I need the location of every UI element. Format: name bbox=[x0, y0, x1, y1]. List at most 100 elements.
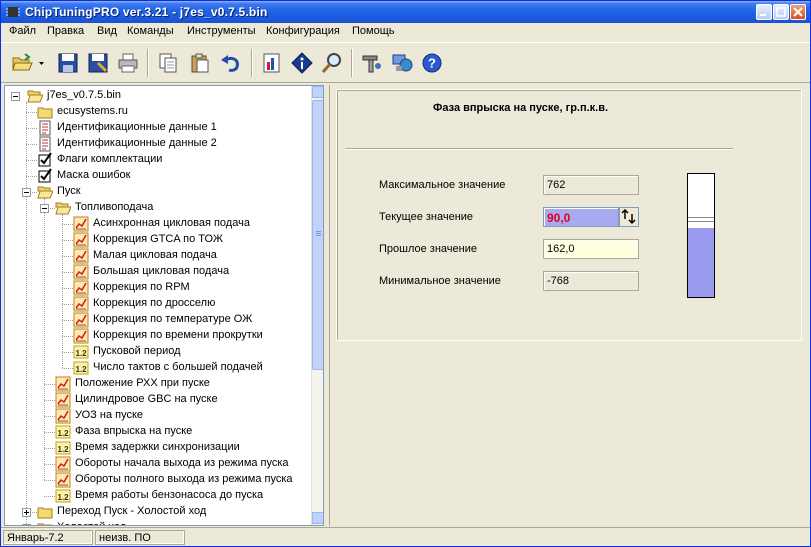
tree-item-label: Флаги комплектации bbox=[57, 153, 163, 165]
tree-item-label: Цилиндровое GBC на пуске bbox=[75, 393, 218, 405]
paste-icon bbox=[191, 53, 209, 73]
menu-help[interactable]: Помощь bbox=[352, 25, 395, 37]
gauge-fill bbox=[688, 228, 714, 297]
info-button[interactable] bbox=[289, 50, 315, 76]
graph-icon bbox=[55, 376, 71, 392]
maximize-button[interactable] bbox=[773, 4, 789, 20]
graph-icon bbox=[73, 312, 89, 328]
svg-text:1.2: 1.2 bbox=[75, 349, 87, 358]
open-folder-icon bbox=[12, 53, 33, 71]
tree-item-label: Фаза впрыска на пуске bbox=[75, 425, 193, 437]
print-icon bbox=[118, 53, 138, 73]
parameter-box: Фаза впрыска на пуске, гр.п.к.в. Максима… bbox=[336, 89, 802, 341]
tree-guide-line bbox=[62, 336, 73, 337]
tree-item-label: Большая цикловая подача bbox=[93, 265, 230, 277]
save-as-button[interactable] bbox=[85, 50, 111, 76]
menu-bar: Файл Правка Вид Команды Инструменты Конф… bbox=[1, 23, 810, 41]
parameter-tree[interactable]: j7es_v0.7.5.bin ecusystems.ru Идентификаци… bbox=[4, 85, 324, 526]
gauge-mark bbox=[688, 221, 714, 222]
tree-guide-line bbox=[62, 214, 63, 368]
tree-item-label: Число тактов с большей подачей bbox=[93, 361, 263, 373]
current-value-input[interactable]: 90,0 bbox=[543, 207, 619, 227]
tree-guide-line bbox=[26, 112, 37, 113]
toolbar-separator bbox=[351, 49, 353, 77]
tree-expand-toggle[interactable] bbox=[22, 524, 31, 525]
tree-guide-line bbox=[62, 320, 73, 321]
gauge-mark bbox=[688, 217, 714, 218]
minimize-button[interactable] bbox=[756, 4, 772, 20]
tree-expand-toggle[interactable] bbox=[40, 204, 49, 213]
past-value-label: Прошлое значение bbox=[379, 243, 477, 255]
tree-guide-line bbox=[26, 128, 37, 129]
menu-commands[interactable]: Команды bbox=[127, 25, 174, 37]
scroll-up-arrow[interactable] bbox=[312, 86, 323, 98]
tree-expand-toggle[interactable] bbox=[22, 508, 31, 517]
close-button[interactable] bbox=[790, 4, 806, 20]
tools-button[interactable] bbox=[359, 50, 385, 76]
menu-view[interactable]: Вид bbox=[97, 25, 117, 37]
svg-text:1.2: 1.2 bbox=[57, 493, 69, 502]
tree-item-label: Обороты полного выхода из режима пуска bbox=[75, 473, 293, 485]
save-button[interactable] bbox=[55, 50, 81, 76]
tree-item-label: Идентификационные данные 2 bbox=[57, 137, 217, 149]
tree-item-label: Время задержки синхронизации bbox=[75, 441, 240, 453]
app-window: ChipTuningPRO ver.3.21 - j7es_v0.7.5.bin… bbox=[0, 0, 811, 547]
open-dropdown-button[interactable] bbox=[36, 50, 48, 76]
print-button[interactable] bbox=[115, 50, 141, 76]
maximize-icon bbox=[776, 7, 786, 17]
help-button[interactable]: ? bbox=[419, 50, 445, 76]
tree-collapse-toggle[interactable] bbox=[11, 92, 20, 101]
graph-icon bbox=[73, 264, 89, 280]
chart-button[interactable] bbox=[259, 50, 285, 76]
number-icon: 1.2 bbox=[73, 344, 89, 360]
folder-icon bbox=[37, 504, 53, 520]
parameter-title: Фаза впрыска на пуске, гр.п.к.в. bbox=[433, 102, 609, 114]
scroll-thumb[interactable] bbox=[312, 100, 323, 370]
search-button[interactable] bbox=[319, 50, 345, 76]
document-icon bbox=[37, 136, 53, 152]
menu-edit[interactable]: Правка bbox=[47, 25, 84, 37]
tree-root-label: j7es_v0.7.5.bin bbox=[47, 89, 121, 101]
toolbar-separator bbox=[147, 49, 149, 77]
tree-item-label: УОЗ на пуске bbox=[75, 409, 144, 421]
graph-icon bbox=[73, 328, 89, 344]
tree-item-label: Коррекция по RPM bbox=[93, 281, 190, 293]
graph-icon bbox=[73, 232, 89, 248]
tree-guide-line bbox=[26, 102, 27, 525]
info-icon bbox=[291, 52, 313, 74]
svg-text:1.2: 1.2 bbox=[57, 445, 69, 454]
toolbar: ? bbox=[1, 42, 810, 83]
chart-icon bbox=[263, 53, 280, 73]
tree-item-label: Холостой ход bbox=[57, 521, 126, 525]
scroll-down-arrow[interactable] bbox=[312, 512, 323, 524]
minimize-icon bbox=[760, 14, 766, 16]
number-icon: 1.2 bbox=[73, 360, 89, 376]
tree-scrollbar[interactable] bbox=[311, 86, 323, 525]
number-icon: 1.2 bbox=[55, 488, 71, 504]
tree-guide-line bbox=[26, 176, 37, 177]
paste-button[interactable] bbox=[187, 50, 213, 76]
graph-icon bbox=[73, 248, 89, 264]
status-version: Январь-7.2 bbox=[3, 530, 93, 545]
document-icon bbox=[37, 120, 53, 136]
min-value-field: -768 bbox=[543, 271, 639, 291]
spinner-arrows-icon bbox=[621, 208, 636, 225]
network-button[interactable] bbox=[389, 50, 415, 76]
parameter-panel: Фаза впрыска на пуске, гр.п.к.в. Максима… bbox=[329, 85, 809, 526]
graph-icon bbox=[73, 280, 89, 296]
tree-guide-line bbox=[62, 288, 73, 289]
tree-item-label: Коррекция по времени прокрутки bbox=[93, 329, 263, 341]
menu-file[interactable]: Файл bbox=[9, 25, 36, 37]
open-button[interactable] bbox=[9, 50, 35, 76]
menu-tools[interactable]: Инструменты bbox=[187, 25, 256, 37]
graph-icon bbox=[55, 456, 71, 472]
tree-expand-toggle[interactable] bbox=[22, 188, 31, 197]
undo-button[interactable] bbox=[217, 50, 243, 76]
tree-guide-line bbox=[62, 352, 73, 353]
tree-guide-line bbox=[26, 144, 37, 145]
tree-item-label: Коррекция по температуре ОЖ bbox=[93, 313, 253, 325]
tree-guide-line bbox=[44, 464, 55, 465]
menu-configuration[interactable]: Конфигурация bbox=[266, 25, 340, 37]
value-spinner[interactable] bbox=[619, 207, 639, 227]
copy-button[interactable] bbox=[155, 50, 181, 76]
